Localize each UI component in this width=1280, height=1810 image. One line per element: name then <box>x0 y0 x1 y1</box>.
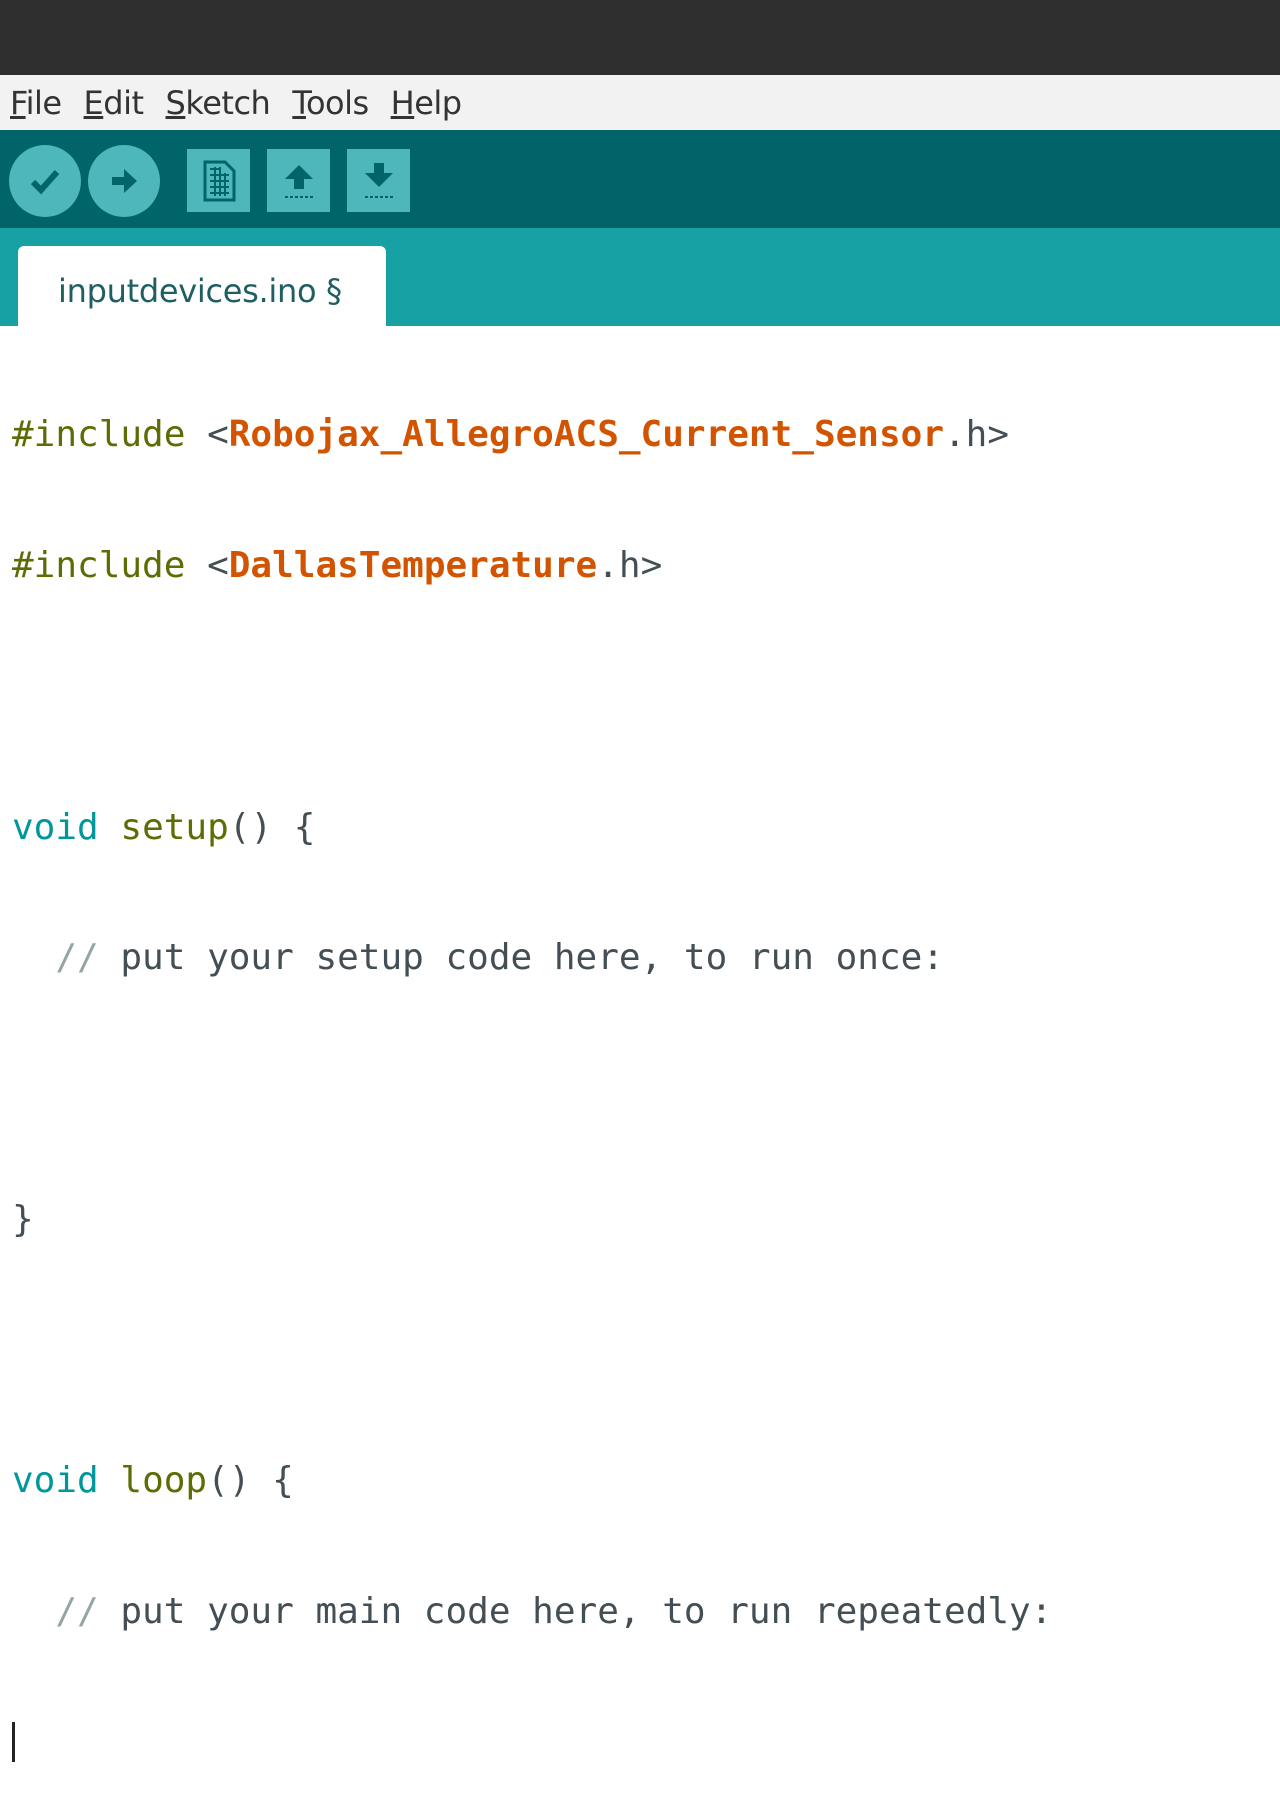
preprocessor: #include <box>12 544 186 586</box>
comment-text: put your main code here, to run repeated… <box>98 1591 1053 1633</box>
menu-edit[interactable]: Edit <box>84 84 144 122</box>
closing-brace: } <box>12 1198 34 1240</box>
upload-button[interactable] <box>88 145 160 217</box>
code-line-9: void loop() { <box>12 1459 1052 1503</box>
save-button[interactable] <box>347 149 410 212</box>
new-file-icon <box>203 160 235 201</box>
verify-button[interactable] <box>9 145 81 217</box>
comment-text: put your setup code here, to run once: <box>98 937 944 979</box>
library-name: DallasTemperature <box>228 544 598 586</box>
menu-sketch[interactable]: Sketch <box>166 84 271 122</box>
code-line-2: #include <DallasTemperature.h> <box>12 544 1052 588</box>
tab-label: inputdevices.ino § <box>58 272 342 310</box>
title-bar <box>0 0 1280 75</box>
function-name: loop <box>120 1460 208 1502</box>
library-name: Robojax_AllegroACS_Current_Sensor <box>228 414 944 456</box>
toolbar <box>0 130 1280 228</box>
keyword-void: void <box>12 1460 99 1502</box>
new-button[interactable] <box>187 149 250 212</box>
check-icon <box>30 170 60 195</box>
menu-bar: File Edit Sketch Tools Help <box>0 75 1280 130</box>
header-ext: .h> <box>597 544 663 586</box>
code-line-1: #include <Robojax_AllegroACS_Current_Sen… <box>12 413 1052 457</box>
keyword-void: void <box>12 806 99 848</box>
function-name: setup <box>120 806 229 848</box>
code-punct: () { <box>207 1460 294 1502</box>
menu-tools[interactable]: Tools <box>292 84 369 122</box>
angle-open: < <box>185 544 229 586</box>
arrow-down-icon <box>364 162 393 198</box>
code-line-7: } <box>12 1198 1052 1242</box>
menu-help[interactable]: Help <box>391 84 462 122</box>
code-line-5: // put your setup code here, to run once… <box>12 936 1052 980</box>
comment-slashes: // <box>12 1591 99 1633</box>
code-line-10: // put your main code here, to run repea… <box>12 1590 1052 1634</box>
code-punct: () { <box>228 806 316 848</box>
preprocessor: #include <box>12 414 186 456</box>
header-ext: .h> <box>944 414 1010 456</box>
code-line-11 <box>12 1721 1052 1765</box>
angle-open: < <box>185 414 229 456</box>
tab-inputdevices[interactable]: inputdevices.ino § <box>18 246 386 326</box>
code-line-4: void setup() { <box>12 806 1052 850</box>
open-button[interactable] <box>267 149 330 212</box>
arrow-up-icon <box>284 164 313 198</box>
text-caret <box>12 1722 15 1762</box>
comment-slashes: // <box>12 937 99 979</box>
tab-bar: inputdevices.ino § <box>0 228 1280 326</box>
code-editor[interactable]: #include <Robojax_AllegroACS_Current_Sen… <box>0 326 1280 1762</box>
menu-file[interactable]: File <box>10 84 62 122</box>
arrow-right-icon <box>112 169 137 193</box>
